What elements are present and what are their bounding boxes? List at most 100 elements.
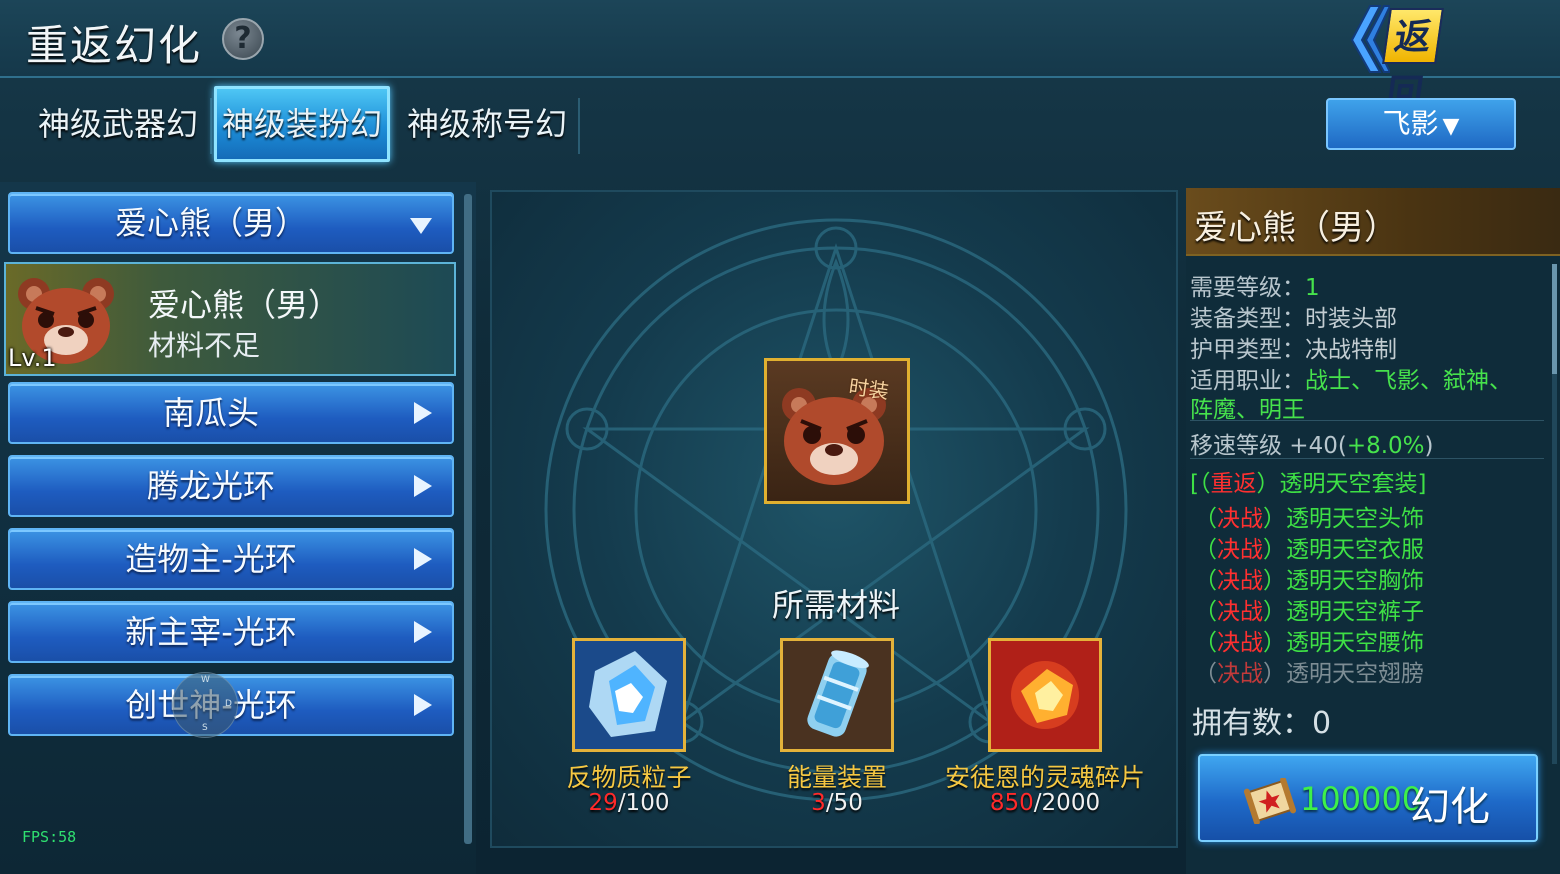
divider [1190, 420, 1544, 421]
material-have: 850 [989, 790, 1034, 816]
tab-divider [578, 98, 580, 154]
item-level: Lv.1 [8, 344, 57, 372]
armor-type-label: 护甲类型： [1190, 337, 1305, 363]
speed-value: +8.0% [1346, 433, 1425, 459]
group-label: 南瓜头 [162, 394, 259, 432]
owned-label: 拥有数： [1192, 706, 1312, 741]
classes-value: 战士、飞影、弑神、 [1305, 368, 1512, 394]
set-title-tag: 重返 [1210, 471, 1257, 497]
antimatter-crystal-icon [575, 641, 683, 749]
material-slot-energy[interactable] [780, 638, 894, 752]
set-item-name: ）透明天空裤子 [1263, 599, 1424, 625]
scroll-icon [1244, 778, 1296, 824]
class-dropdown-value: 飞影 [1382, 107, 1439, 140]
group-new-lord-halo[interactable]: 新主宰-光环 [8, 601, 454, 663]
help-icon[interactable]: ? [222, 18, 264, 60]
set-item-name: ）透明天空翅膀 [1263, 661, 1424, 687]
material-need: /2000 [1033, 790, 1101, 816]
transmog-button[interactable]: 100000 幻化 [1198, 754, 1538, 842]
set-item-tag: 决战 [1217, 568, 1263, 594]
details-header: 爱心熊（男） [1186, 188, 1560, 256]
group-label: 新主宰-光环 [125, 613, 297, 651]
selected-item-card[interactable]: Lv.1 爱心熊（男） 材料不足 [4, 262, 456, 376]
speed-close: ) [1424, 433, 1434, 459]
set-item: （决战）透明天空翅膀 [1194, 654, 1424, 688]
tab-title-transmog[interactable]: 神级称号幻 [398, 88, 576, 160]
set-item: （决战）透明天空裤子 [1194, 592, 1424, 626]
class-dropdown[interactable]: 飞影 ▼ [1326, 98, 1516, 150]
expand-arrow-icon [414, 621, 432, 643]
top-bar: 重返幻化 ? 返回 [0, 0, 1560, 114]
transmog-cost: 100000 [1300, 780, 1423, 818]
fps-counter: FPS:58 [22, 828, 77, 846]
expand-arrow-icon [414, 475, 432, 497]
set-item: （决战）透明天空胸饰 [1194, 561, 1424, 595]
tab-divider [210, 98, 212, 154]
group-creator-halo[interactable]: 造物主-光环 [8, 528, 454, 590]
tab-outfit-transmog[interactable]: 神级装扮幻 [214, 86, 390, 162]
required-level-label: 需要等级： [1190, 275, 1305, 301]
back-button[interactable]: 返回 [1340, 0, 1444, 114]
group-expanded[interactable]: 爱心熊（男） [8, 192, 454, 254]
material-slot-antimatter[interactable] [572, 638, 686, 752]
armor-type-value: 决战特制 [1305, 337, 1397, 363]
armor-type: 护甲类型：决战特制 [1190, 330, 1397, 364]
set-item-open: （ [1194, 568, 1217, 594]
divider [1190, 458, 1544, 459]
expand-arrow-icon [414, 402, 432, 424]
material-slot-soul-fragment[interactable] [988, 638, 1102, 752]
set-title: [（重返）透明天空套装] [1190, 464, 1426, 498]
set-item-name: ）透明天空腰饰 [1263, 630, 1424, 656]
equip-type-label: 装备类型： [1190, 306, 1305, 332]
set-item-tag: 决战 [1217, 506, 1263, 532]
energy-canister-icon [783, 641, 891, 749]
soul-fragment-icon [991, 641, 1099, 749]
material-count: 850/2000 [935, 790, 1155, 816]
applicable-classes-cont: 阵魔、明王 [1190, 390, 1305, 424]
material-need: /50 [825, 790, 863, 816]
set-item-open: （ [1194, 537, 1217, 563]
group-dragon-halo[interactable]: 腾龙光环 [8, 455, 454, 517]
material-name: 反物质粒子 [566, 763, 692, 792]
material-name: 能量装置 [786, 763, 887, 792]
set-item-name: ）透明天空衣服 [1263, 537, 1424, 563]
set-item: （决战）透明天空头饰 [1194, 499, 1424, 533]
set-item-tag: 决战 [1217, 661, 1263, 687]
set-item: （决战）透明天空衣服 [1194, 530, 1424, 564]
set-item-open: （ [1194, 599, 1217, 625]
fashion-tag: 时装 [847, 374, 891, 404]
expand-arrow-icon [414, 694, 432, 716]
tab-weapon-transmog[interactable]: 神级武器幻 [28, 88, 208, 160]
material-count: 29/100 [519, 790, 739, 816]
set-item: （决战）透明天空腰饰 [1194, 623, 1424, 657]
list-scrollbar[interactable] [464, 194, 472, 844]
material-have: 3 [811, 790, 826, 816]
joystick-down-label: S [202, 723, 208, 733]
required-level: 需要等级：1 [1190, 268, 1320, 302]
set-item-tag: 决战 [1217, 630, 1263, 656]
page-title: 重返幻化 [26, 21, 203, 70]
details-scrollbar[interactable] [1552, 264, 1557, 764]
set-title-suffix: ）透明天空套装] [1256, 471, 1427, 497]
joystick-right-label: D [225, 699, 232, 709]
item-name: 爱心熊（男） [148, 286, 341, 324]
owned-count: 拥有数：0 [1192, 698, 1331, 742]
set-item-open: （ [1194, 661, 1217, 687]
owned-value: 0 [1312, 706, 1332, 741]
material-name: 安徒恩的灵魂碎片 [944, 763, 1145, 792]
set-item-name: ）透明天空头饰 [1263, 506, 1424, 532]
preview-panel: 时装 所需材料 反物质粒子 29/100 能量装置 3/50 安徒恩的灵魂碎片 … [490, 190, 1178, 848]
costume-preview-slot[interactable]: 时装 [764, 358, 910, 504]
equip-type-value: 时装头部 [1305, 306, 1397, 332]
set-item-tag: 决战 [1217, 599, 1263, 625]
set-item-open: （ [1194, 506, 1217, 532]
virtual-joystick[interactable]: W D S [172, 672, 238, 738]
set-item-tag: 决战 [1217, 537, 1263, 563]
group-pumpkin-head[interactable]: 南瓜头 [8, 382, 454, 444]
set-item-name: ）透明天空胸饰 [1263, 568, 1424, 594]
speed-label: 移速等级 +40( [1190, 433, 1347, 459]
item-status: 材料不足 [148, 329, 261, 362]
group-label: 爱心熊（男） [114, 204, 307, 242]
group-label: 腾龙光环 [146, 467, 275, 505]
transmog-label: 幻化 [1410, 784, 1490, 830]
